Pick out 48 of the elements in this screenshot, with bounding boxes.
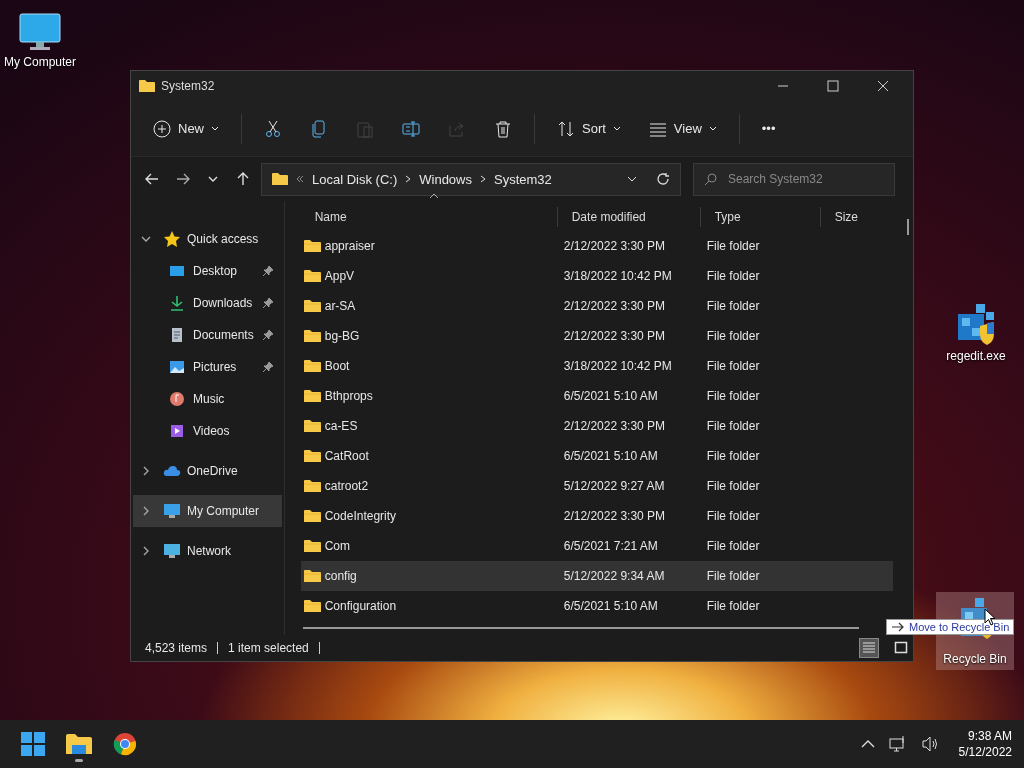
type-cell-text: File folder — [705, 269, 761, 283]
type-cell-text: File folder — [705, 329, 761, 343]
file-name: Com — [324, 539, 351, 553]
date-cell-text: 5/12/2022 9:27 AM — [562, 479, 666, 493]
selection-count: 1 item selected — [228, 641, 309, 655]
window-title: System32 — [161, 79, 215, 93]
desktop-icon-label: My Computer — [4, 55, 76, 69]
type-cell-text: File folder — [705, 479, 761, 493]
file-name: Bthprops — [324, 389, 373, 403]
desktop-icon-label: regedit.exe — [946, 349, 1006, 363]
date-cell-text: 6/5/2021 5:10 AM — [562, 449, 659, 463]
file-name: appraiser — [324, 239, 375, 253]
tooltip-text: Move to Recycle Bin — [909, 621, 1010, 633]
date-cell-text: 6/5/2021 7:21 AM — [562, 539, 659, 553]
time: 9:38 AM — [967, 729, 1012, 743]
date-cell-text: 5/12/2022 9:34 AM — [562, 569, 666, 583]
file-name: ar-SA — [324, 299, 356, 313]
date: 5/12/2022 — [958, 745, 1012, 759]
file-name: config — [324, 569, 357, 583]
date-cell-text: 2/12/2022 3:30 PM — [562, 509, 667, 523]
date-cell-text: 3/18/2022 10:42 PM — [562, 269, 673, 283]
type-cell-text: File folder — [705, 599, 761, 613]
date-cell-text: 6/5/2021 5:10 AM — [562, 599, 659, 613]
file-name: catroot2 — [324, 479, 369, 493]
type-cell-text: File folder — [705, 419, 761, 433]
file-name: ca-ES — [324, 419, 358, 433]
file-name: bg-BG — [324, 329, 360, 343]
type-cell-text: File folder — [705, 509, 761, 523]
file-name: Boot — [324, 359, 350, 373]
desktop-icon-label: Recycle Bin — [943, 652, 1007, 666]
date-cell-text: 2/12/2022 3:30 PM — [562, 299, 667, 313]
type-cell-text: File folder — [705, 569, 761, 583]
file-name: CodeIntegrity — [324, 509, 397, 523]
file-name: Configuration — [324, 599, 397, 613]
date-cell-text: 2/12/2022 3:30 PM — [562, 329, 667, 343]
type-cell-text: File folder — [705, 359, 761, 373]
item-count: 4,523 items — [145, 641, 208, 655]
file-name: CatRoot — [324, 449, 369, 463]
type-cell-text: File folder — [705, 539, 761, 553]
type-cell-text: File folder — [705, 389, 761, 403]
date-cell-text: 2/12/2022 3:30 PM — [562, 419, 667, 433]
type-cell-text: File folder — [705, 299, 761, 313]
date-cell-text: 3/18/2022 10:42 PM — [562, 359, 673, 373]
file-name: AppV — [324, 269, 355, 283]
date-cell-text: 6/5/2021 5:10 AM — [562, 389, 659, 403]
type-cell-text: File folder — [705, 449, 761, 463]
type-cell-text: File folder — [705, 239, 761, 253]
date-cell-text: 2/12/2022 3:30 PM — [562, 239, 667, 253]
